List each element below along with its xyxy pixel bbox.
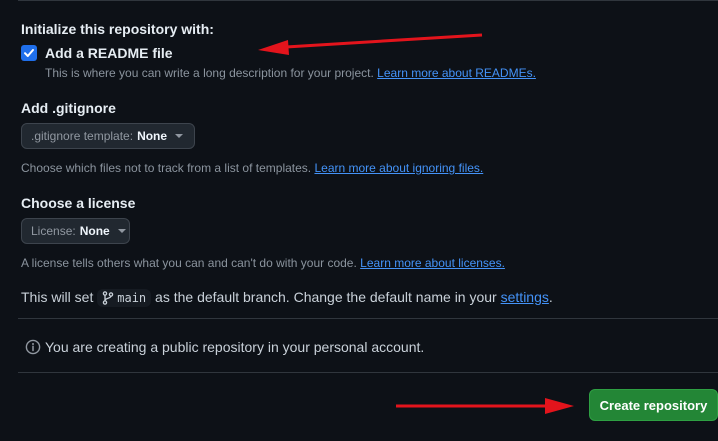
arrow-to-create-button — [396, 398, 574, 414]
arrow-to-readme — [258, 33, 483, 55]
annotation-arrows — [258, 33, 574, 414]
